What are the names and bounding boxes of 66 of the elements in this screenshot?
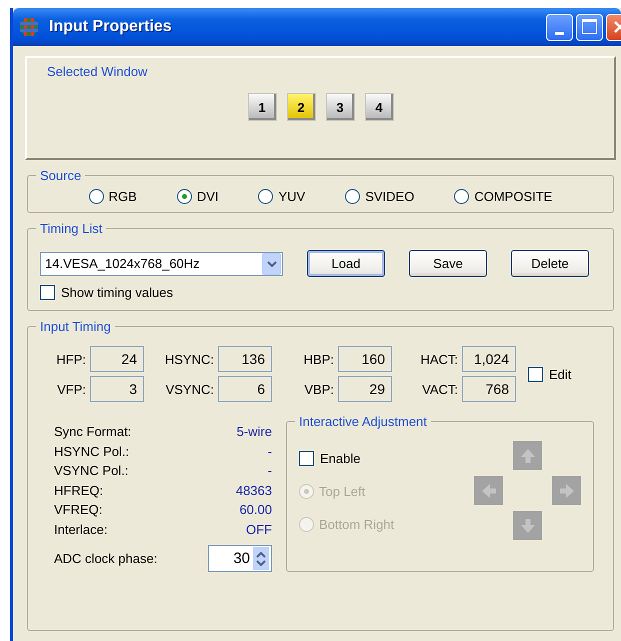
field-label: VFP: xyxy=(56,382,87,396)
radio-button[interactable] xyxy=(345,189,360,204)
checkbox-label: Edit xyxy=(549,366,572,382)
timing-value-field[interactable]: 3 xyxy=(90,376,144,402)
window-number-button[interactable]: 3 xyxy=(326,93,354,121)
radio-label: SVIDEO xyxy=(365,189,414,204)
action-button[interactable]: Delete xyxy=(511,250,589,277)
field-label: VBP: xyxy=(303,382,335,396)
window-number-button[interactable]: 2 xyxy=(286,93,316,121)
info-label: HFREQ: xyxy=(54,482,104,500)
timing-value-field[interactable]: 24 xyxy=(90,346,144,372)
adc-phase-spinner[interactable]: 30 xyxy=(208,545,272,572)
action-button[interactable]: Load xyxy=(307,250,385,277)
info-value: OFF xyxy=(246,520,272,538)
info-label: Interlace: xyxy=(54,520,108,538)
field-label: VACT: xyxy=(421,382,459,396)
radio-label: Top Left xyxy=(319,484,366,499)
maximize-button[interactable] xyxy=(576,14,603,40)
info-value: - xyxy=(268,462,272,480)
radio-button[interactable] xyxy=(454,189,470,204)
field-label: VSYNC: xyxy=(164,382,215,396)
action-button[interactable]: Save xyxy=(409,250,487,277)
radio-label: YUV xyxy=(278,189,306,204)
spinner-arrows-icon[interactable] xyxy=(253,547,269,570)
group-title: Source xyxy=(39,168,82,183)
checkbox[interactable] xyxy=(528,366,543,382)
checkbox[interactable] xyxy=(299,451,314,466)
checkbox-label: Show timing values xyxy=(61,285,173,300)
timing-value-field[interactable]: 1,024 xyxy=(462,346,516,372)
timing-dropdown[interactable]: 14.VESA_1024x768_60Hz xyxy=(40,252,283,276)
checkbox[interactable] xyxy=(40,285,55,300)
timing-value-field[interactable]: 6 xyxy=(218,376,272,402)
grid-icon xyxy=(19,17,39,37)
info-label: ADC clock phase: xyxy=(54,550,158,568)
info-label: VFREQ: xyxy=(54,501,102,519)
field-label: HACT: xyxy=(419,352,459,366)
info-label: HSYNC Pol.: xyxy=(54,442,130,460)
field-label: HSYNC: xyxy=(164,352,215,366)
field-label: HFP: xyxy=(55,352,87,366)
radio-button[interactable] xyxy=(88,189,104,204)
info-value: 5-wire xyxy=(236,423,272,441)
group-title: Interactive Adjustment xyxy=(298,414,428,429)
info-value: 60.00 xyxy=(239,501,272,519)
group-title: Input Timing xyxy=(39,319,112,334)
timing-value-field[interactable]: 768 xyxy=(462,376,516,402)
field-label: HBP: xyxy=(302,352,335,366)
checkbox-label: Enable xyxy=(320,451,360,466)
radio-label: RGB xyxy=(108,189,137,204)
info-label: VSYNC Pol.: xyxy=(54,462,128,480)
timing-value-field[interactable]: 160 xyxy=(338,346,392,372)
info-value: 48363 xyxy=(236,482,272,500)
radio-label: DVI xyxy=(196,189,218,204)
window-number-button[interactable]: 1 xyxy=(248,93,276,121)
radio-label: COMPOSITE xyxy=(474,189,552,204)
info-value: - xyxy=(268,442,272,460)
panel-title: Selected Window xyxy=(47,64,148,79)
timing-value-field[interactable]: 136 xyxy=(218,346,272,372)
radio-button[interactable] xyxy=(176,189,192,204)
window-number-button[interactable]: 4 xyxy=(364,93,394,121)
radio-label: Bottom Right xyxy=(319,517,394,532)
minimize-button[interactable] xyxy=(546,14,573,40)
radio-button[interactable] xyxy=(258,189,274,204)
window-title: Input Properties xyxy=(49,18,172,36)
group-title: Timing List xyxy=(39,221,104,236)
info-label: Sync Format: xyxy=(54,423,132,441)
timing-value-field[interactable]: 29 xyxy=(338,376,392,402)
